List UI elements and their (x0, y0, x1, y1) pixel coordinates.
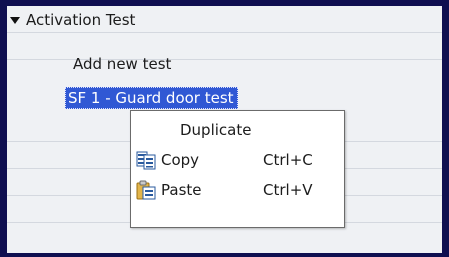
triangle-down-icon[interactable] (10, 17, 20, 24)
tree-row-add-new-test[interactable]: Add new test (7, 33, 442, 73)
menu-item-duplicate[interactable]: Duplicate (131, 117, 344, 143)
paste-icon (136, 180, 156, 200)
menu-item-shortcut: Ctrl+V (263, 181, 313, 199)
context-menu: Duplicate Copy Ctrl+C Paste Ctrl+V (130, 110, 345, 228)
tree-item-label: Activation Test (26, 11, 136, 29)
menu-item-label: Duplicate (180, 121, 252, 139)
menu-item-shortcut: Ctrl+C (263, 151, 313, 169)
menu-item-label: Paste (161, 181, 202, 199)
tree-item-selected-sf1[interactable]: SF 1 - Guard door test (65, 87, 238, 109)
copy-icon (136, 151, 156, 170)
menu-item-copy[interactable]: Copy Ctrl+C (131, 147, 344, 173)
menu-item-label: Copy (161, 151, 200, 169)
tree-row-activation-test[interactable]: Activation Test (7, 6, 442, 33)
menu-item-paste[interactable]: Paste Ctrl+V (131, 177, 344, 203)
